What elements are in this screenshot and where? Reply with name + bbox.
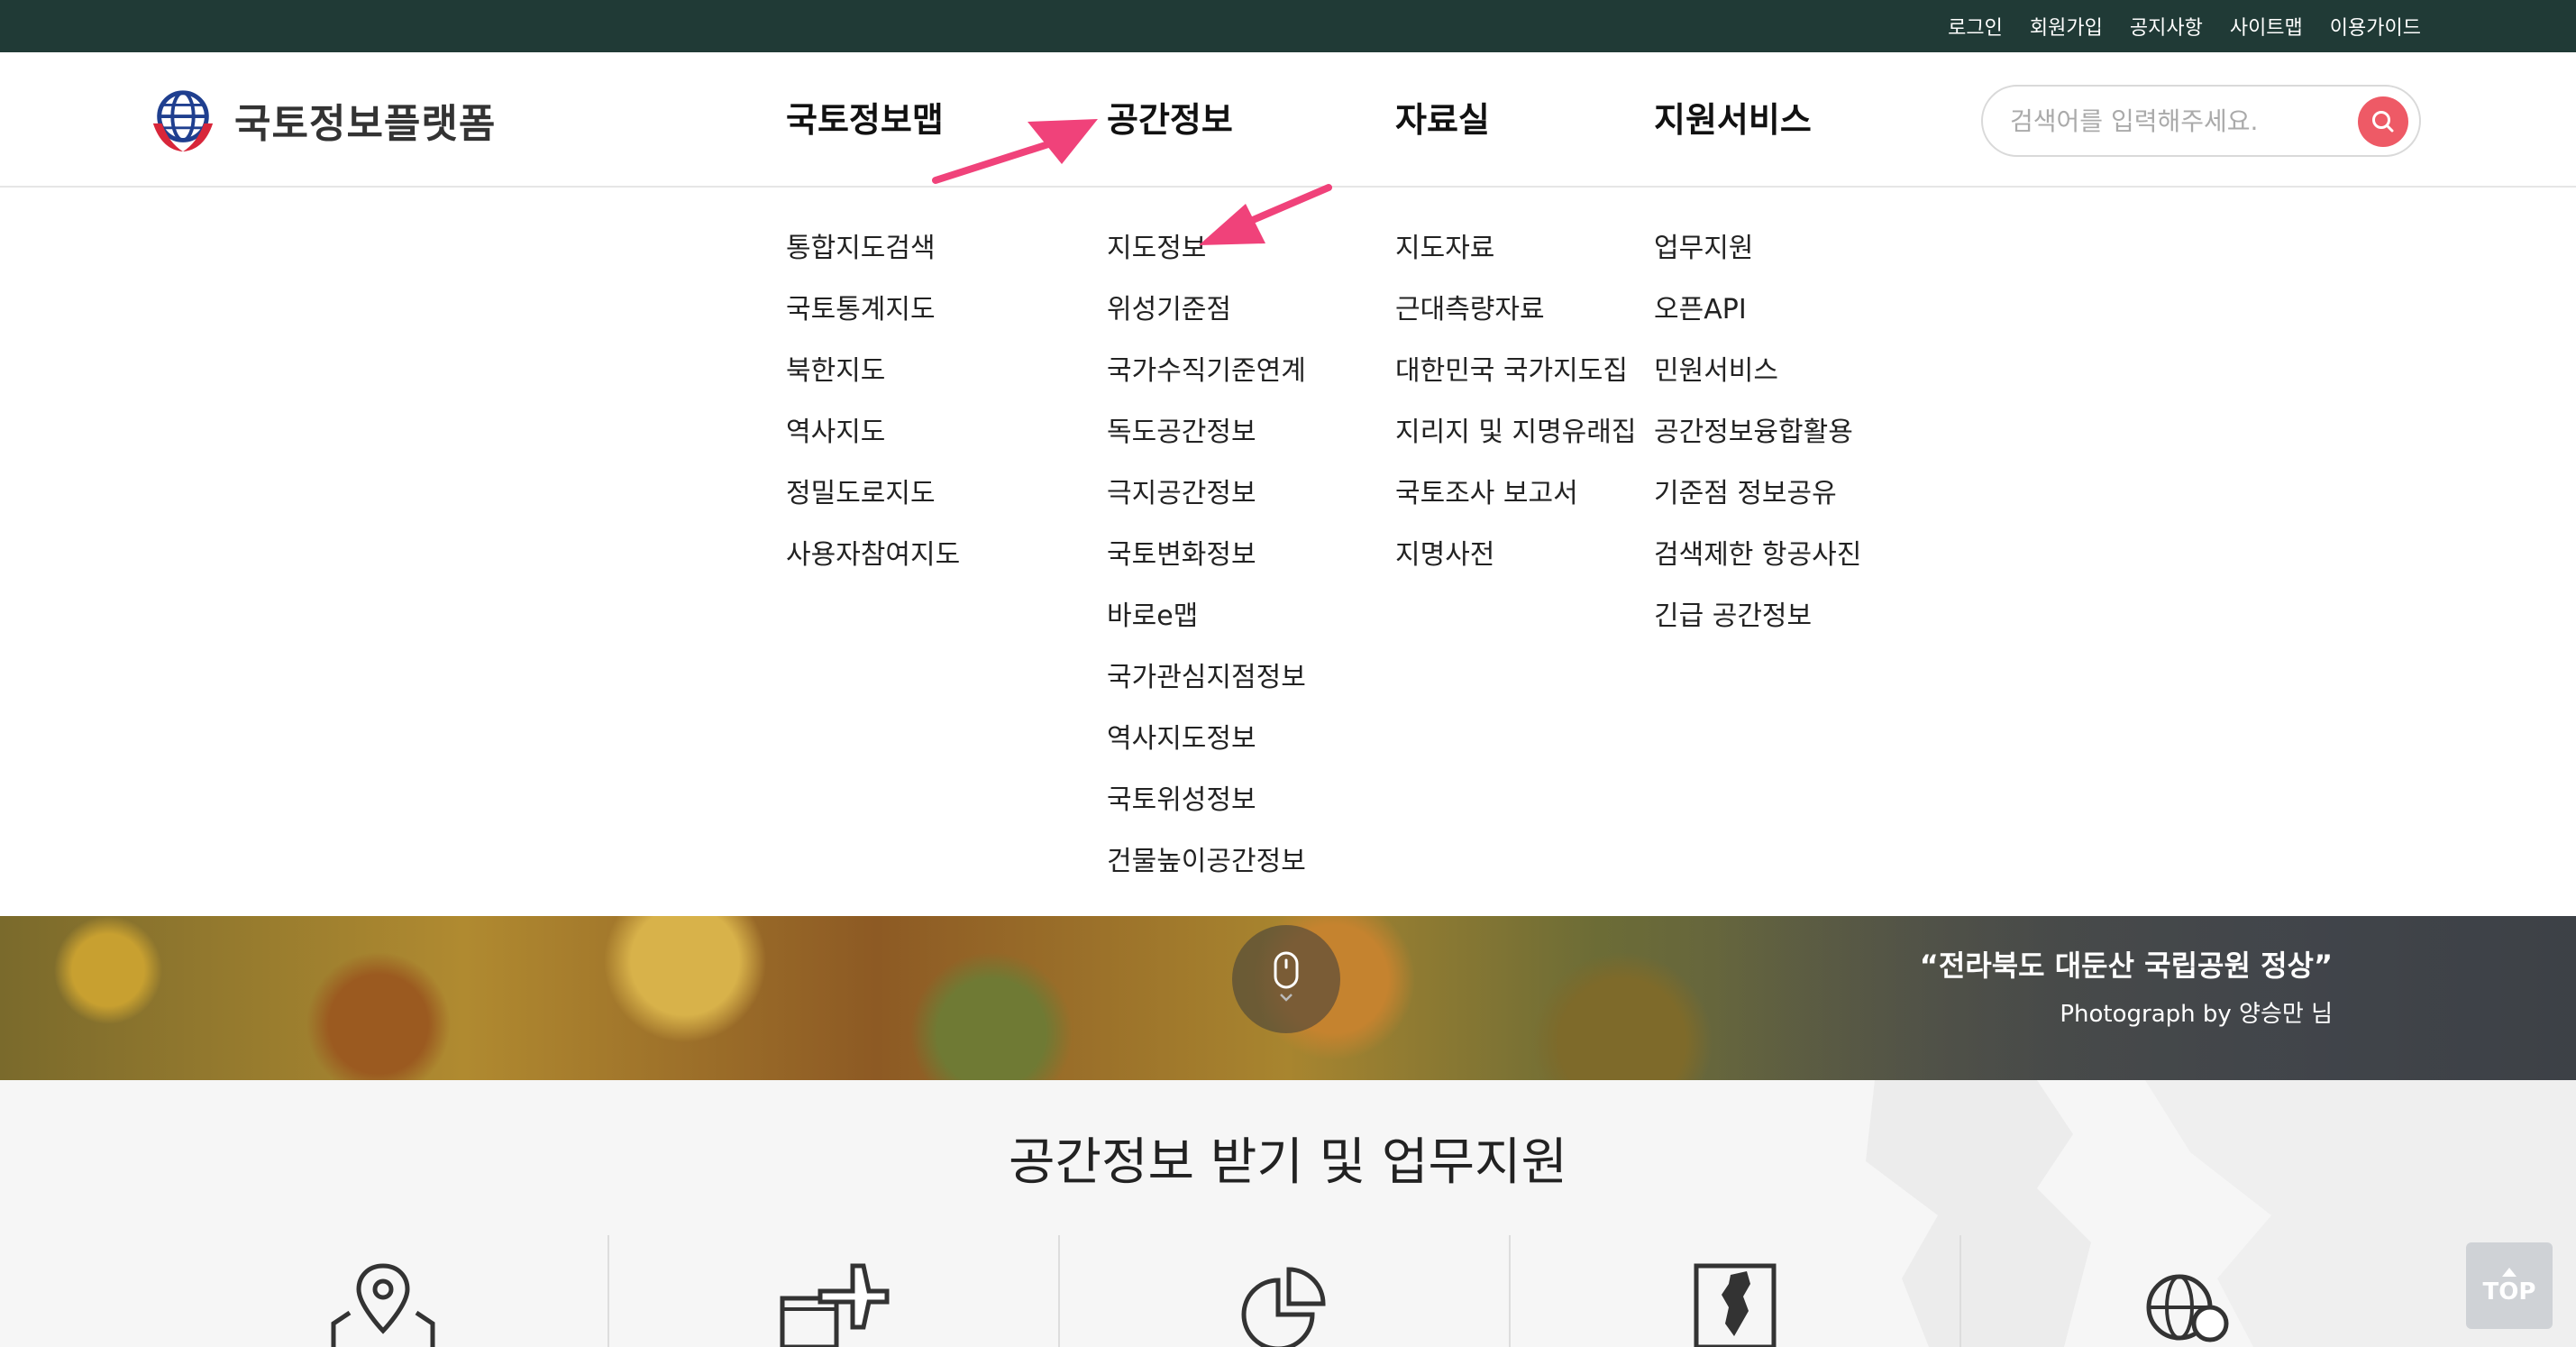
menu-item[interactable]: 국토통계지도 — [786, 283, 960, 344]
search-icon — [2372, 111, 2394, 133]
menu-item[interactable]: 국토변화정보 — [1107, 528, 1306, 590]
search-box — [1981, 85, 2421, 157]
menu-item[interactable]: 공간정보융합활용 — [1654, 406, 1861, 467]
menu-column-national-map: 통합지도검색 국토통계지도 북한지도 역사지도 정밀도로지도 사용자참여지도 — [786, 222, 960, 590]
mega-menu: 통합지도검색 국토통계지도 북한지도 역사지도 정밀도로지도 사용자참여지도 지… — [0, 188, 2576, 916]
back-to-top-label: TOP — [2482, 1278, 2536, 1306]
menu-item[interactable]: 지리지 및 지명유래집 — [1395, 406, 1636, 467]
notice-link[interactable]: 공지사항 — [2130, 12, 2203, 41]
header: 국토정보플랫폼 국토정보맵 공간정보 자료실 지원서비스 — [0, 52, 2576, 188]
location-map-icon[interactable] — [324, 1260, 442, 1347]
divider — [607, 1235, 609, 1347]
menu-item[interactable]: 대한민국 국가지도집 — [1395, 344, 1636, 406]
signup-link[interactable]: 회원가입 — [2030, 12, 2103, 41]
menu-item[interactable]: 국토조사 보고서 — [1395, 467, 1636, 528]
section-title: 공간정보 받기 및 업무지원 — [1008, 1133, 1568, 1192]
arrow-up-icon — [2502, 1268, 2517, 1277]
airplane-icon[interactable] — [775, 1260, 892, 1347]
caption-title: “전라북도 대둔산 국립공원 정상” — [1919, 948, 2333, 983]
menu-item[interactable]: 역사지도 — [786, 406, 960, 467]
menu-item[interactable]: 민원서비스 — [1654, 344, 1861, 406]
pie-chart-icon[interactable] — [1226, 1260, 1343, 1347]
scroll-indicator[interactable] — [1232, 925, 1340, 1033]
hero-banner: “전라북도 대둔산 국립공원 정상” Photograph by 양승만 님 — [0, 916, 2576, 1080]
login-link[interactable]: 로그인 — [1948, 12, 2003, 41]
menu-item[interactable]: 통합지도검색 — [786, 222, 960, 283]
menu-item[interactable]: 국가관심지점정보 — [1107, 651, 1306, 712]
search-button[interactable] — [2358, 96, 2408, 147]
guide-link[interactable]: 이용가이드 — [2330, 12, 2421, 41]
menu-item[interactable]: 근대측량자료 — [1395, 283, 1636, 344]
menu-item[interactable]: 건물높이공간정보 — [1107, 835, 1306, 896]
menu-column-archive: 지도자료 근대측량자료 대한민국 국가지도집 지리지 및 지명유래집 국토조사 … — [1395, 222, 1636, 590]
menu-item[interactable]: 국가수직기준연계 — [1107, 344, 1306, 406]
menu-item[interactable]: 지명사전 — [1395, 528, 1636, 590]
globe-search-icon[interactable] — [2127, 1260, 2244, 1347]
mouse-scroll-icon — [1274, 951, 1299, 1002]
nav-support-services[interactable]: 지원서비스 — [1654, 92, 1812, 142]
menu-item[interactable]: 국토위성정보 — [1107, 774, 1306, 835]
menu-item[interactable]: 검색제한 항공사진 — [1654, 528, 1861, 590]
page: 로그인 회원가입 공지사항 사이트맵 이용가이드 국토정보플랫폼 국토정보맵 공… — [0, 0, 2576, 1347]
menu-item[interactable]: 긴급 공간정보 — [1654, 590, 1861, 651]
back-to-top-button[interactable]: TOP — [2466, 1242, 2553, 1329]
menu-item[interactable]: 바로e맵 — [1107, 590, 1306, 651]
menu-item[interactable]: 오픈API — [1654, 283, 1861, 344]
menu-item[interactable]: 지도자료 — [1395, 222, 1636, 283]
search-input[interactable] — [2010, 105, 2334, 136]
menu-item[interactable]: 독도공간정보 — [1107, 406, 1306, 467]
menu-item-map-info[interactable]: 지도정보 — [1107, 222, 1306, 283]
divider — [1509, 1235, 1511, 1347]
banner-caption: “전라북도 대둔산 국립공원 정상” Photograph by 양승만 님 — [1920, 943, 2333, 1029]
korea-map-icon[interactable] — [1676, 1260, 1794, 1347]
menu-item[interactable]: 위성기준점 — [1107, 283, 1306, 344]
menu-item[interactable]: 기준점 정보공유 — [1654, 467, 1861, 528]
divider — [1058, 1235, 1060, 1347]
menu-column-support: 업무지원 오픈API 민원서비스 공간정보융합활용 기준점 정보공유 검색제한 … — [1654, 222, 1861, 651]
caption-credit: Photograph by 양승만 님 — [2060, 1001, 2333, 1028]
menu-item[interactable]: 정밀도로지도 — [786, 467, 960, 528]
menu-item[interactable]: 북한지도 — [786, 344, 960, 406]
services-section: 공간정보 받기 및 업무지원 — [0, 1080, 2576, 1347]
nav-archive[interactable]: 자료실 — [1395, 92, 1490, 142]
utility-nav: 로그인 회원가입 공지사항 사이트맵 이용가이드 — [1948, 0, 2421, 52]
nav-national-map[interactable]: 국토정보맵 — [786, 92, 944, 142]
menu-item[interactable]: 역사지도정보 — [1107, 712, 1306, 774]
menu-item[interactable]: 업무지원 — [1654, 222, 1861, 283]
divider — [1959, 1235, 1961, 1347]
menu-column-spatial-info: 지도정보 위성기준점 국가수직기준연계 독도공간정보 극지공간정보 국토변화정보… — [1107, 222, 1306, 896]
menu-item[interactable]: 사용자참여지도 — [786, 528, 960, 590]
sitemap-link[interactable]: 사이트맵 — [2230, 12, 2303, 41]
nav-spatial-info[interactable]: 공간정보 — [1107, 92, 1233, 142]
menu-item[interactable]: 극지공간정보 — [1107, 467, 1306, 528]
top-utility-bar: 로그인 회원가입 공지사항 사이트맵 이용가이드 — [0, 0, 2576, 52]
